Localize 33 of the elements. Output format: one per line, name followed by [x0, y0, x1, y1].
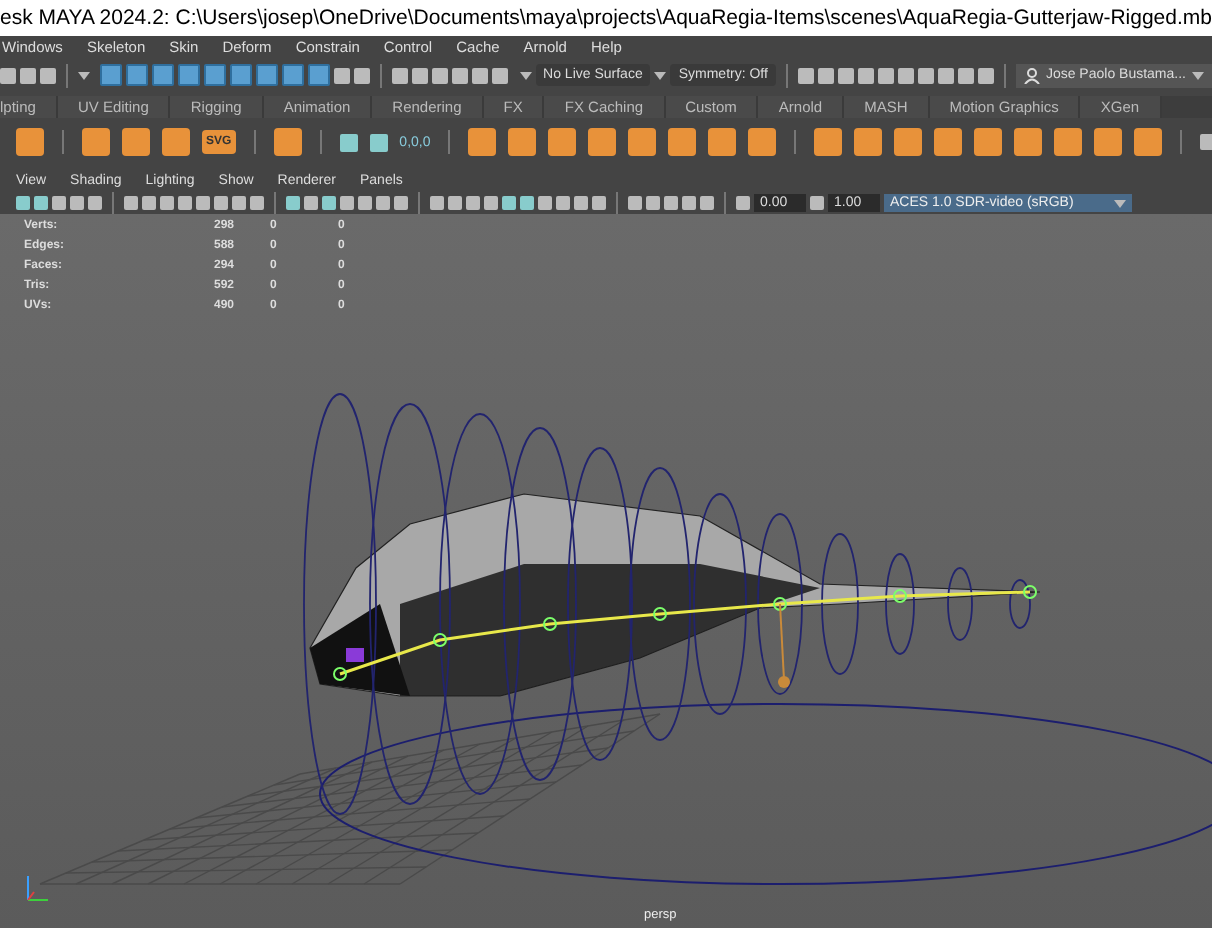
tool-icon[interactable]	[508, 128, 537, 156]
tool-icon[interactable]	[1134, 128, 1163, 156]
tool-icon[interactable]	[1014, 128, 1043, 156]
tool-icon[interactable]	[468, 128, 497, 156]
tool-icon[interactable]	[282, 64, 305, 86]
tool-icon[interactable]	[974, 128, 1003, 156]
tool-icon[interactable]	[230, 64, 253, 86]
person-icon	[1023, 67, 1040, 83]
tool-icon[interactable]	[894, 128, 923, 156]
caret-icon[interactable]	[78, 71, 90, 79]
tool-icon[interactable]	[126, 64, 149, 86]
tool-icon[interactable]	[934, 128, 963, 156]
tool-icon[interactable]	[748, 128, 777, 156]
tool-icon[interactable]	[273, 128, 302, 156]
caret-icon	[1192, 71, 1204, 79]
tool-icon[interactable]	[814, 128, 843, 156]
tool-icon[interactable]	[152, 64, 175, 86]
tool-icon[interactable]	[668, 128, 697, 156]
window-title: esk MAYA 2024.2: C:\Users\josep\OneDrive\Documents\maya\projects\AquaRegia-Items\scenes\AquaRegia-Gutterjaw-Rigged.mb	[0, 0, 1212, 36]
axis-icon	[27, 875, 49, 901]
rig-drawing[interactable]	[303, 393, 1212, 885]
tool-icon[interactable]	[548, 128, 577, 156]
tool-icon[interactable]	[204, 64, 227, 86]
tool-icon[interactable]	[588, 128, 617, 156]
tool-icon[interactable]	[178, 64, 201, 86]
tool-icon[interactable]	[1094, 128, 1123, 156]
tool-icon[interactable]	[256, 64, 279, 86]
tool-icon[interactable]	[708, 128, 737, 156]
tool-icon[interactable]	[854, 128, 883, 156]
tool-icon[interactable]	[1054, 128, 1083, 156]
tool-icon[interactable]	[100, 64, 123, 86]
tool-icon[interactable]	[308, 64, 331, 86]
tool-icon[interactable]	[628, 128, 657, 156]
